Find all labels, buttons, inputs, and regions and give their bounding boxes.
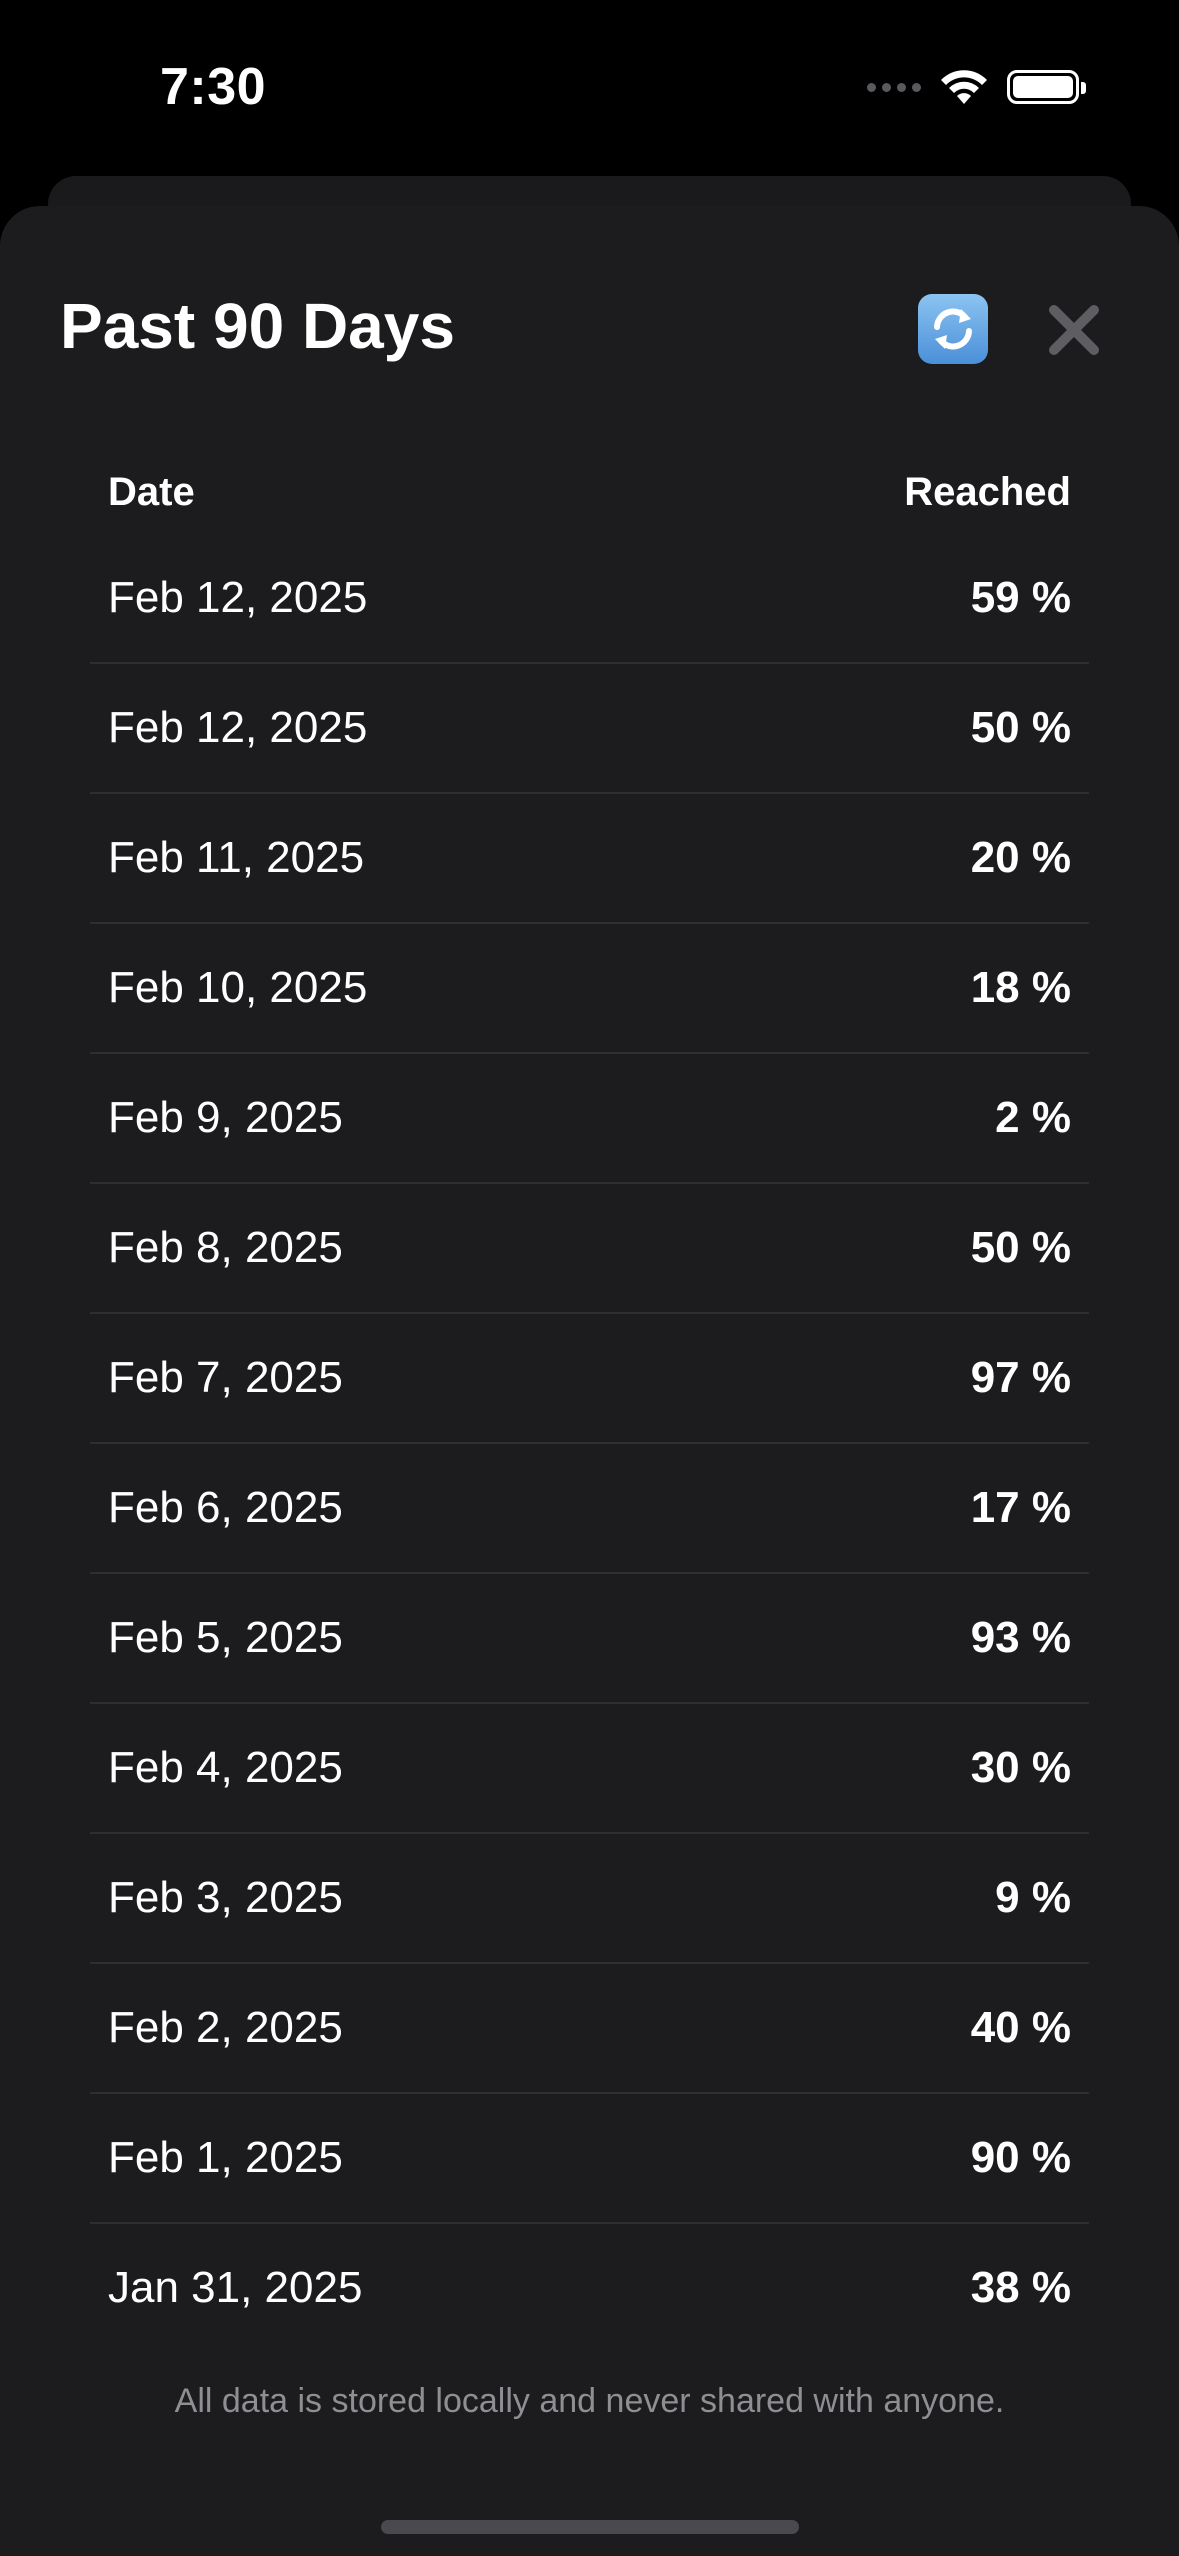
row-reached: 2 % [995, 1093, 1071, 1142]
row-reached: 50 % [970, 1223, 1071, 1272]
row-reached: 93 % [970, 1613, 1071, 1662]
row-reached: 38 % [970, 2263, 1071, 2312]
cellular-signal-icon [867, 82, 921, 92]
row-date: Jan 31, 2025 [108, 2263, 363, 2312]
table-row: Feb 5, 2025 93 % [90, 1574, 1089, 1704]
table-row: Feb 2, 2025 40 % [90, 1964, 1089, 2094]
history-sheet: Past 90 Days Date Reached Feb 12, 2025 5… [0, 206, 1179, 2556]
row-date: Feb 5, 2025 [108, 1613, 343, 1662]
table-row: Feb 10, 2025 18 % [90, 924, 1089, 1054]
row-date: Feb 3, 2025 [108, 1873, 343, 1922]
row-date: Feb 8, 2025 [108, 1223, 343, 1272]
table-row: Feb 1, 2025 90 % [90, 2094, 1089, 2224]
table-row: Feb 12, 2025 50 % [90, 664, 1089, 794]
table-row: Feb 6, 2025 17 % [90, 1444, 1089, 1574]
row-date: Feb 12, 2025 [108, 703, 368, 752]
row-date: Feb 12, 2025 [108, 573, 368, 622]
row-date: Feb 6, 2025 [108, 1483, 343, 1532]
close-x-icon[interactable] [1046, 302, 1102, 358]
table-row: Feb 7, 2025 97 % [90, 1314, 1089, 1444]
row-date: Feb 2, 2025 [108, 2003, 343, 2052]
screen: 7:30 Past 90 Days Date Reached Feb 12, 2… [0, 0, 1179, 2556]
row-reached: 20 % [970, 833, 1071, 882]
row-date: Feb 9, 2025 [108, 1093, 343, 1142]
row-reached: 9 % [995, 1873, 1071, 1922]
home-indicator[interactable] [381, 2520, 799, 2534]
status-time: 7:30 [160, 58, 267, 116]
row-reached: 40 % [970, 2003, 1071, 2052]
column-header-reached: Reached [904, 469, 1071, 514]
table-row: Feb 4, 2025 30 % [90, 1704, 1089, 1834]
sheet-title: Past 90 Days [60, 290, 455, 362]
table-row: Feb 9, 2025 2 % [90, 1054, 1089, 1184]
wifi-icon [941, 70, 987, 104]
row-reached: 18 % [970, 963, 1071, 1012]
row-reached: 50 % [970, 703, 1071, 752]
history-table: Date Reached Feb 12, 2025 59 % Feb 12, 2… [90, 450, 1089, 2320]
row-reached: 59 % [970, 573, 1071, 622]
table-header: Date Reached [90, 450, 1089, 534]
table-row: Feb 11, 2025 20 % [90, 794, 1089, 924]
row-date: Feb 10, 2025 [108, 963, 368, 1012]
row-date: Feb 4, 2025 [108, 1743, 343, 1792]
row-reached: 30 % [970, 1743, 1071, 1792]
row-reached: 97 % [970, 1353, 1071, 1402]
row-reached: 90 % [970, 2133, 1071, 2182]
table-row: Jan 31, 2025 38 % [90, 2224, 1089, 2320]
table-row: Feb 8, 2025 50 % [90, 1184, 1089, 1314]
refresh-arrows-icon [934, 308, 972, 350]
row-date: Feb 7, 2025 [108, 1353, 343, 1402]
table-row: Feb 3, 2025 9 % [90, 1834, 1089, 1964]
battery-icon [1007, 70, 1086, 104]
status-indicators [867, 62, 1086, 112]
refresh-button[interactable] [918, 294, 988, 364]
row-reached: 17 % [970, 1483, 1071, 1532]
row-date: Feb 11, 2025 [108, 833, 365, 882]
privacy-note: All data is stored locally and never sha… [174, 2382, 1005, 2420]
table-row: Feb 12, 2025 59 % [90, 534, 1089, 664]
column-header-date: Date [108, 469, 195, 514]
row-date: Feb 1, 2025 [108, 2133, 343, 2182]
